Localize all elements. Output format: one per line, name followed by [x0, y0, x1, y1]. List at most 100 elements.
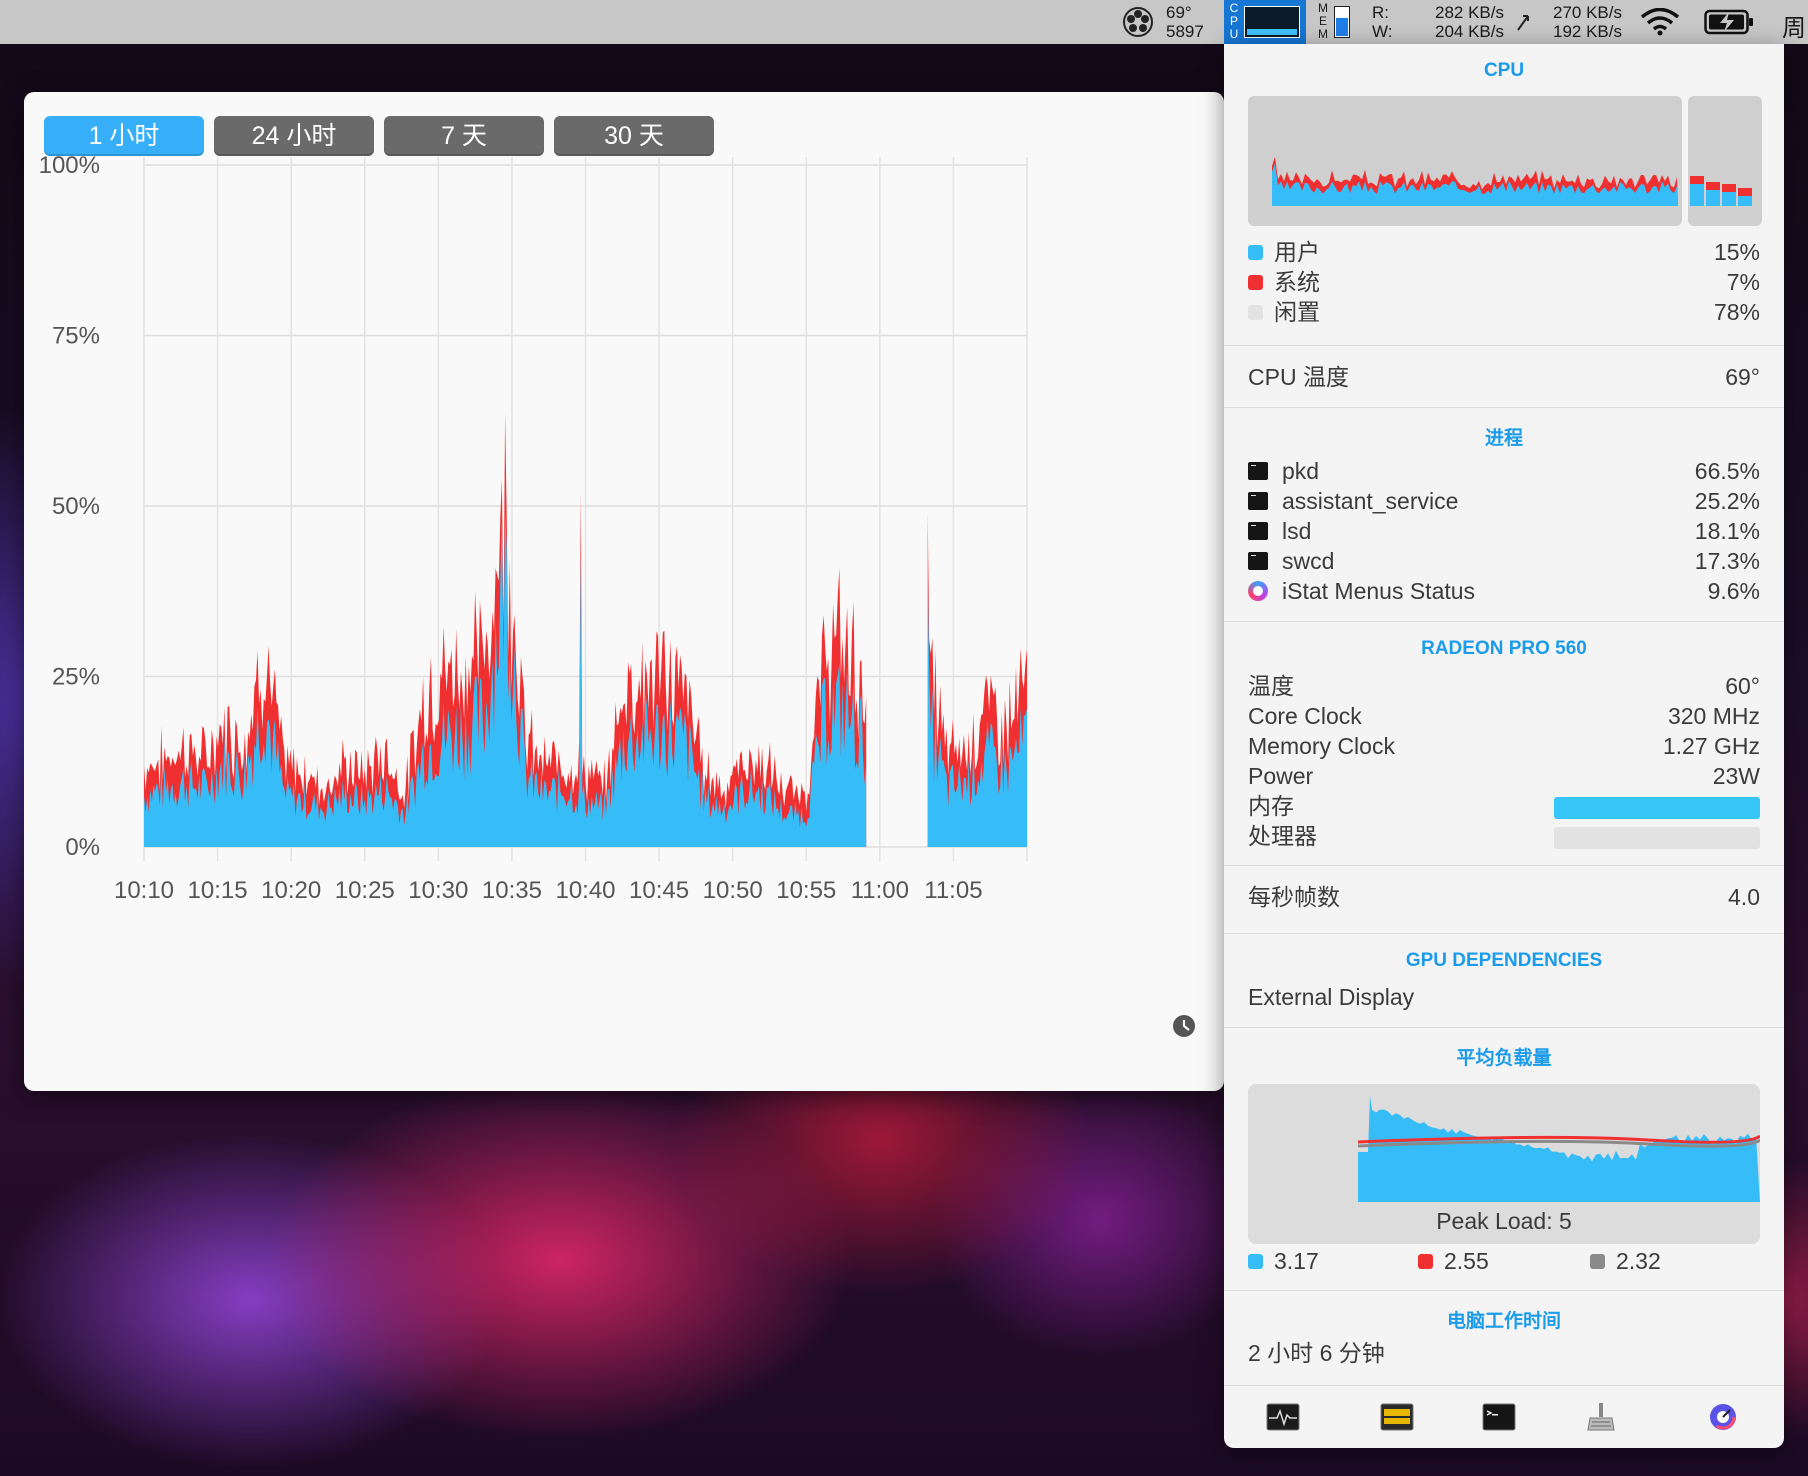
cpu-user-row: 用户 15% — [1248, 237, 1760, 267]
process-row[interactable]: assistant_service 25.2% — [1248, 486, 1760, 516]
fps-row: 每秒帧数 4.0 — [1248, 882, 1760, 912]
gpu-dependency-row: External Display — [1248, 982, 1760, 1012]
cpu-history-chart: 100% 75% 50% 25% 0% 10:10 10:15 10:20 10:25 10:30… — [39, 152, 1195, 1037]
load-15min: 2.32 — [1590, 1246, 1661, 1276]
fps-value: 4.0 — [1728, 884, 1760, 910]
terminal-icon — [1248, 492, 1268, 510]
process-name: pkd — [1282, 458, 1320, 484]
load-5min-value: 2.55 — [1444, 1248, 1489, 1274]
menubar-cpu-item[interactable]: CPU — [1224, 0, 1306, 44]
cpu-history-window: 1 小时 24 小时 7 天 30 天 100% 75% 50% 25% 0% 10:10… — [24, 92, 1224, 1091]
network-arrows-icon — [1517, 15, 1529, 31]
process-name: iStat Menus Status — [1282, 578, 1476, 604]
gpu-memory-row: 内存 — [1248, 791, 1760, 821]
menubar-clock[interactable]: 周 — [1782, 8, 1806, 43]
battery-charging-icon[interactable] — [1704, 9, 1754, 35]
menubar-mem-bar — [1334, 6, 1350, 38]
system-color-swatch — [1248, 275, 1263, 290]
gpu-processor-row: 处理器 — [1248, 821, 1760, 851]
disk-write-label: W: — [1372, 22, 1393, 41]
gpu-memory-clock-row: Memory Clock 1.27 GHz — [1248, 731, 1760, 761]
menubar-mem-item[interactable]: MEM — [1314, 0, 1358, 44]
core-bar-user — [1690, 184, 1704, 206]
idle-value: 78% — [1713, 299, 1760, 325]
disk-read-label: R: — [1372, 3, 1389, 22]
wifi-icon[interactable] — [1640, 8, 1680, 36]
uptime-value: 2 小时 6 分钟 — [1248, 1340, 1385, 1366]
divider — [1224, 1385, 1784, 1386]
process-name: swcd — [1282, 548, 1335, 574]
x-tick-label: 10:35 — [482, 877, 542, 904]
gpu-core-clock-row: Core Clock 320 MHz — [1248, 701, 1760, 731]
process-row[interactable]: swcd 17.3% — [1248, 546, 1760, 576]
terminal-icon — [1248, 522, 1268, 540]
uptime-title: 电脑工作时间 — [1446, 1311, 1561, 1332]
console-icon[interactable] — [1380, 1402, 1414, 1432]
gpu-memory-bar — [1554, 797, 1760, 819]
gpu-power-row: Power 23W — [1248, 761, 1760, 791]
cpu-mini-graph — [1248, 96, 1762, 226]
fps-label: 每秒帧数 — [1248, 884, 1340, 910]
y-tick-label: 100% — [39, 152, 100, 179]
divider — [1224, 1027, 1784, 1028]
load-15min-value: 2.32 — [1616, 1248, 1661, 1274]
x-tick-label: 10:45 — [629, 877, 689, 904]
menubar-disk-item[interactable]: 282 KB/s 204 KB/s — [1410, 3, 1504, 41]
user-series-area — [144, 511, 867, 847]
gpu-memory-label: 内存 — [1248, 793, 1294, 819]
core-bar-user — [1706, 190, 1720, 206]
disk-write-value: 204 KB/s — [1435, 22, 1504, 41]
menubar-disk-labels: R: W: — [1372, 3, 1392, 41]
divider — [1224, 1290, 1784, 1291]
terminal-icon[interactable] — [1482, 1402, 1516, 1432]
cleanup-icon[interactable] — [1584, 1402, 1618, 1432]
x-tick-label: 10:30 — [408, 877, 468, 904]
user-series-area — [927, 573, 1027, 847]
load-average-title: 平均负载量 — [1456, 1048, 1552, 1069]
gpu-processor-bar — [1554, 827, 1760, 849]
power-value: 23W — [1712, 763, 1760, 789]
x-tick-label: 10:10 — [114, 877, 174, 904]
core-clock-value: 320 MHz — [1667, 703, 1760, 729]
core-bar-user — [1722, 192, 1736, 206]
y-tick-label: 75% — [52, 323, 100, 350]
process-row[interactable]: lsd 18.1% — [1248, 516, 1760, 546]
x-tick-label: 10:20 — [261, 877, 321, 904]
cpu-section-title: CPU — [1483, 60, 1525, 81]
y-tick-label: 25% — [52, 664, 100, 691]
gpu-dependencies-title: GPU DEPENDENCIES — [1405, 950, 1603, 971]
x-tick-label: 10:40 — [555, 877, 615, 904]
process-row[interactable]: iStat Menus Status 9.6% — [1248, 576, 1760, 606]
cpu-temp-row: CPU 温度 69° — [1248, 362, 1760, 392]
sensor-readout[interactable]: 69° 5897 — [1166, 3, 1204, 41]
process-name: lsd — [1282, 518, 1312, 544]
istat-cpu-dropdown: CPU 用户 15% 系统 7% 闲置 78% CPU 温度 69° 进程 pk… — [1224, 44, 1784, 1448]
x-tick-label: 11:05 — [924, 877, 982, 904]
gpu-processor-label: 处理器 — [1248, 823, 1317, 849]
divider — [1224, 407, 1784, 408]
cpu-system-row: 系统 7% — [1248, 267, 1760, 297]
x-tick-label: 11:00 — [851, 877, 909, 904]
x-tick-label: 10:15 — [188, 877, 248, 904]
menubar-cpu-graph — [1244, 6, 1300, 38]
x-tick-label: 10:25 — [335, 877, 395, 904]
activity-monitor-icon[interactable] — [1266, 1402, 1300, 1432]
x-tick-label: 10:50 — [703, 877, 763, 904]
load-1min-value: 3.17 — [1274, 1248, 1319, 1274]
divider — [1224, 933, 1784, 934]
user-value: 15% — [1713, 239, 1760, 265]
power-label: Power — [1248, 763, 1314, 789]
process-row[interactable]: pkd 66.5% — [1248, 456, 1760, 486]
fan-icon[interactable] — [1122, 6, 1154, 38]
system-value: 7% — [1726, 269, 1760, 295]
process-cpu: 9.6% — [1707, 578, 1760, 604]
core-clock-label: Core Clock — [1248, 703, 1362, 729]
y-tick-label: 0% — [65, 834, 100, 861]
load-5min: 2.55 — [1418, 1246, 1489, 1276]
load-15min-swatch — [1590, 1254, 1605, 1269]
istat-icon[interactable] — [1706, 1402, 1740, 1432]
menubar-network-item[interactable]: 270 KB/s 192 KB/s — [1538, 3, 1622, 41]
clock-icon[interactable] — [1173, 1015, 1195, 1037]
gpu-temp-label: 温度 — [1248, 673, 1294, 699]
divider — [1224, 621, 1784, 622]
